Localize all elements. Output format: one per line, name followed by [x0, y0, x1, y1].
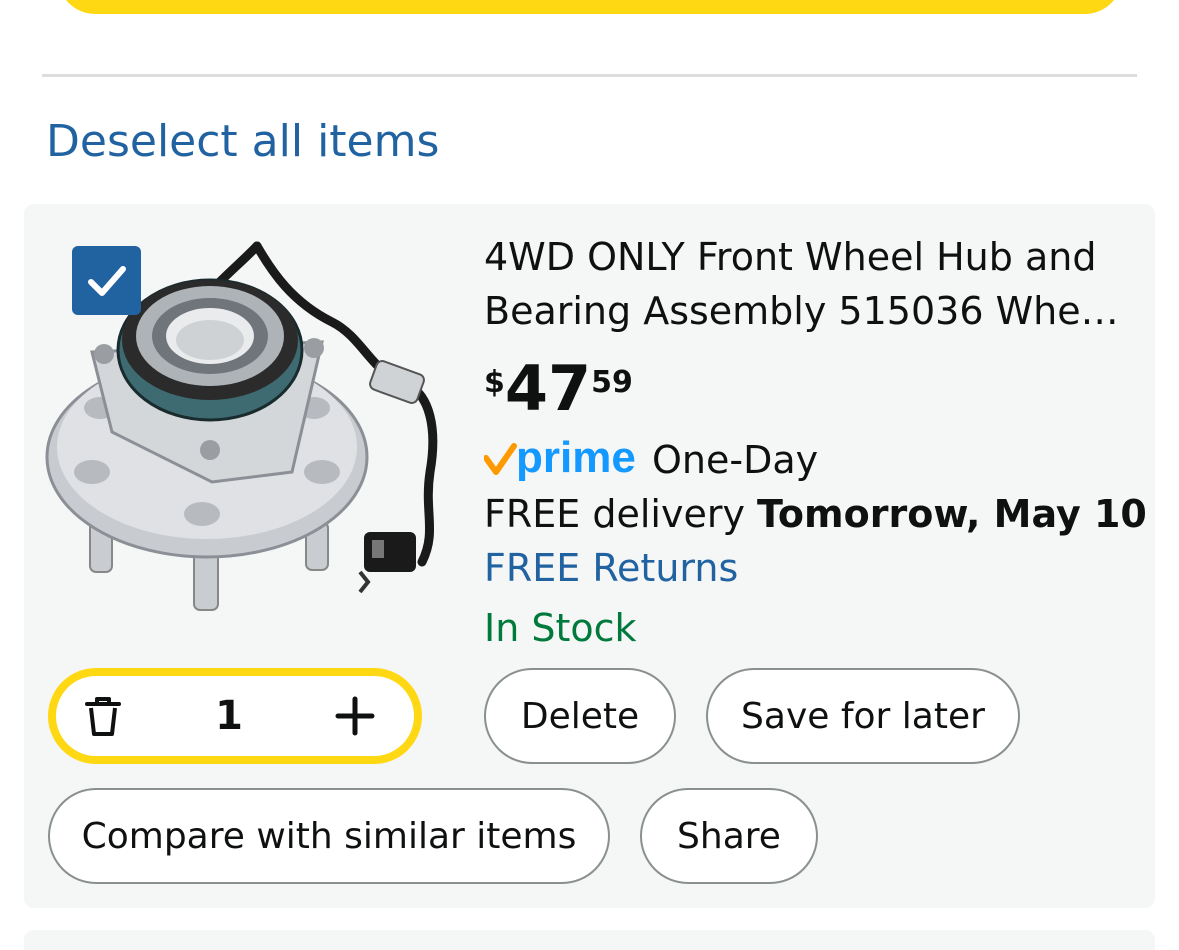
- checkmark-icon: [87, 265, 126, 296]
- next-cart-item-card: [24, 930, 1155, 950]
- save-for-later-button[interactable]: Save for later: [706, 668, 1020, 764]
- stock-status: In Stock: [484, 606, 637, 650]
- product-price: $4759: [484, 358, 633, 420]
- delivery-date: Tomorrow, May 10: [757, 492, 1147, 536]
- prime-delivery-label: One-Day: [652, 438, 819, 482]
- product-title[interactable]: 4WD ONLY Front Wheel Hub and Bearing Ass…: [484, 230, 1124, 338]
- delivery-prefix: FREE delivery: [484, 492, 745, 536]
- divider: [42, 74, 1137, 77]
- proceed-to-checkout-button[interactable]: [58, 0, 1122, 14]
- quantity-value: 1: [215, 693, 243, 739]
- price-fraction: 59: [591, 365, 633, 400]
- price-currency-symbol: $: [484, 365, 505, 400]
- free-returns-link[interactable]: FREE Returns: [484, 546, 738, 590]
- prime-badge: prime One-Day: [484, 432, 818, 488]
- product-title-line-2: Bearing Assembly 515036 Whe…: [484, 289, 1119, 333]
- price-whole: 47: [504, 352, 592, 425]
- item-select-checkbox[interactable]: [72, 246, 141, 315]
- deselect-all-link[interactable]: Deselect all items: [46, 116, 439, 167]
- share-button[interactable]: Share: [640, 788, 818, 884]
- plus-icon[interactable]: [332, 693, 378, 739]
- product-title-line-1: 4WD ONLY Front Wheel Hub and: [484, 235, 1097, 279]
- compare-similar-button[interactable]: Compare with similar items: [48, 788, 610, 884]
- quantity-stepper: 1: [48, 668, 422, 764]
- prime-logo-text: prime: [516, 433, 636, 482]
- delivery-info: FREE delivery Tomorrow, May 10: [484, 492, 1147, 536]
- delete-button[interactable]: Delete: [484, 668, 676, 764]
- prime-logo-icon: prime: [484, 433, 636, 482]
- trash-icon[interactable]: [80, 693, 126, 739]
